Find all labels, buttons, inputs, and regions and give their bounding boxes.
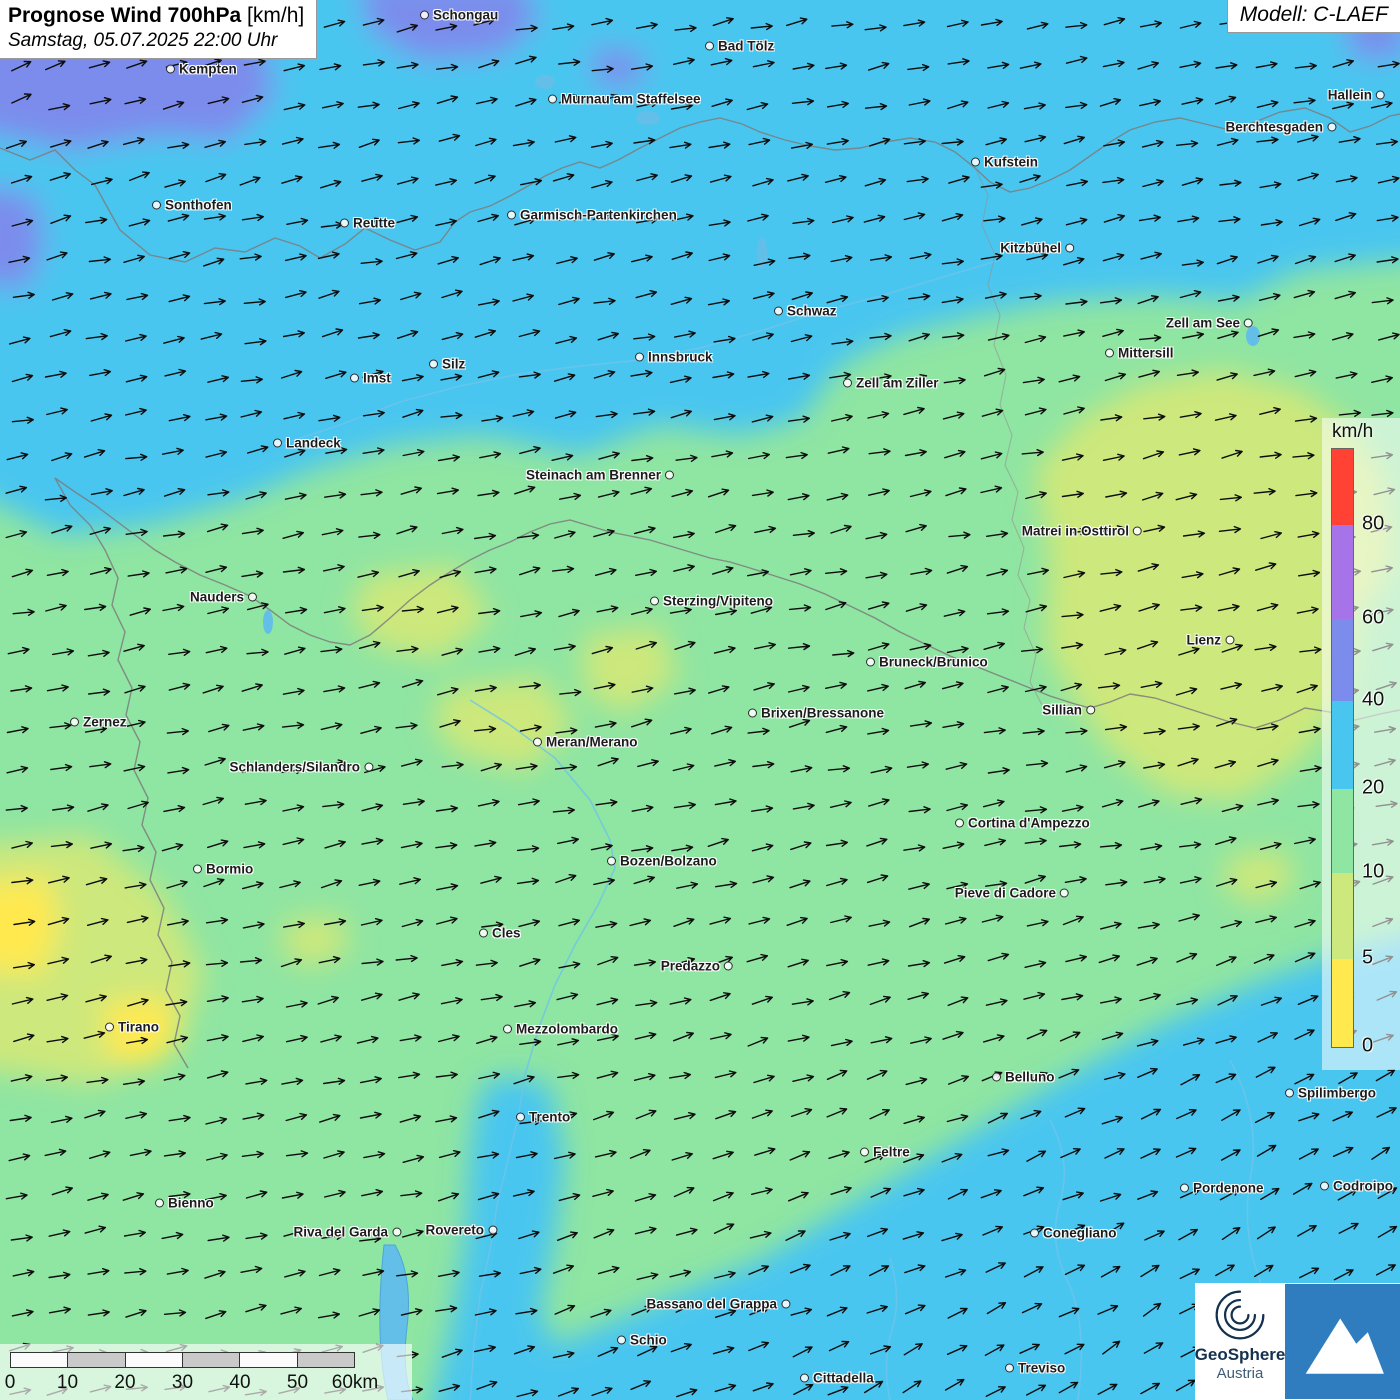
logo-sub: Austria bbox=[1217, 1365, 1264, 1382]
scalebar-label-60km: 60km bbox=[332, 1372, 378, 1394]
map-title: Prognose Wind 700hPa [km/h] bbox=[8, 4, 304, 28]
model-label: Modell: C-LAEF bbox=[1240, 3, 1388, 26]
legend-segment-10-20 bbox=[1332, 789, 1353, 873]
scalebar-label-50: 50 bbox=[287, 1372, 308, 1394]
map-title-unit: [km/h] bbox=[247, 4, 304, 27]
scalebar-segment bbox=[298, 1353, 354, 1367]
scalebar-label-0: 0 bbox=[5, 1372, 16, 1394]
map-subtitle: Samstag, 05.07.2025 22:00 Uhr bbox=[8, 30, 304, 52]
legend-unit-label: km/h bbox=[1332, 421, 1373, 443]
logo-name: GeoSphere bbox=[1195, 1345, 1286, 1365]
title-box: Prognose Wind 700hPa [km/h] Samstag, 05.… bbox=[0, 0, 317, 59]
legend-segment-5-10 bbox=[1332, 873, 1353, 959]
scalebar-label-10: 10 bbox=[57, 1372, 78, 1394]
legend-color-bar bbox=[1331, 448, 1354, 1048]
legend-segment-0-5 bbox=[1332, 959, 1353, 1047]
legend-segment-20-40 bbox=[1332, 701, 1353, 789]
scale-bar-labels: 0 10 20 30 40 50 60km bbox=[0, 1372, 412, 1396]
legend-tick-10: 10 bbox=[1362, 861, 1384, 884]
wind-arrow-field bbox=[0, 0, 1400, 1400]
geosphere-logo: GeoSphere Austria bbox=[1195, 1283, 1400, 1400]
scalebar-segment bbox=[11, 1353, 68, 1367]
scalebar-segment bbox=[240, 1353, 297, 1367]
scalebar-label-40: 40 bbox=[229, 1372, 250, 1394]
model-box: Modell: C-LAEF bbox=[1227, 0, 1400, 33]
scalebar-segment bbox=[126, 1353, 183, 1367]
geosphere-mountain-icon bbox=[1285, 1283, 1400, 1400]
scalebar-segment bbox=[68, 1353, 125, 1367]
wind-map: SchongauBad TölzKemptenMurnau am Staffel… bbox=[0, 0, 1400, 1400]
legend-tick-40: 40 bbox=[1362, 689, 1384, 712]
scalebar-segment bbox=[183, 1353, 240, 1367]
wind-arrows-path bbox=[6, 18, 1399, 1397]
legend-tick-60: 60 bbox=[1362, 607, 1384, 630]
scalebar-label-20: 20 bbox=[114, 1372, 135, 1394]
legend-tick-0: 0 bbox=[1362, 1035, 1373, 1058]
legend-tick-20: 20 bbox=[1362, 777, 1384, 800]
legend-segment-40-60 bbox=[1332, 619, 1353, 701]
legend-segment->80 bbox=[1332, 449, 1353, 525]
scale-bar: 0 10 20 30 40 50 60km bbox=[0, 1344, 412, 1400]
wind-speed-legend: km/h 80 60 40 20 10 5 0 bbox=[1322, 418, 1400, 1070]
scale-bar-segments bbox=[10, 1352, 355, 1368]
legend-tick-5: 5 bbox=[1362, 947, 1373, 970]
geosphere-swirl-icon bbox=[1211, 1287, 1269, 1343]
scalebar-label-30: 30 bbox=[172, 1372, 193, 1394]
legend-tick-80: 80 bbox=[1362, 513, 1384, 536]
geosphere-logo-left: GeoSphere Austria bbox=[1195, 1283, 1285, 1400]
map-title-main: Prognose Wind 700hPa bbox=[8, 4, 241, 27]
legend-segment-60-80 bbox=[1332, 525, 1353, 619]
